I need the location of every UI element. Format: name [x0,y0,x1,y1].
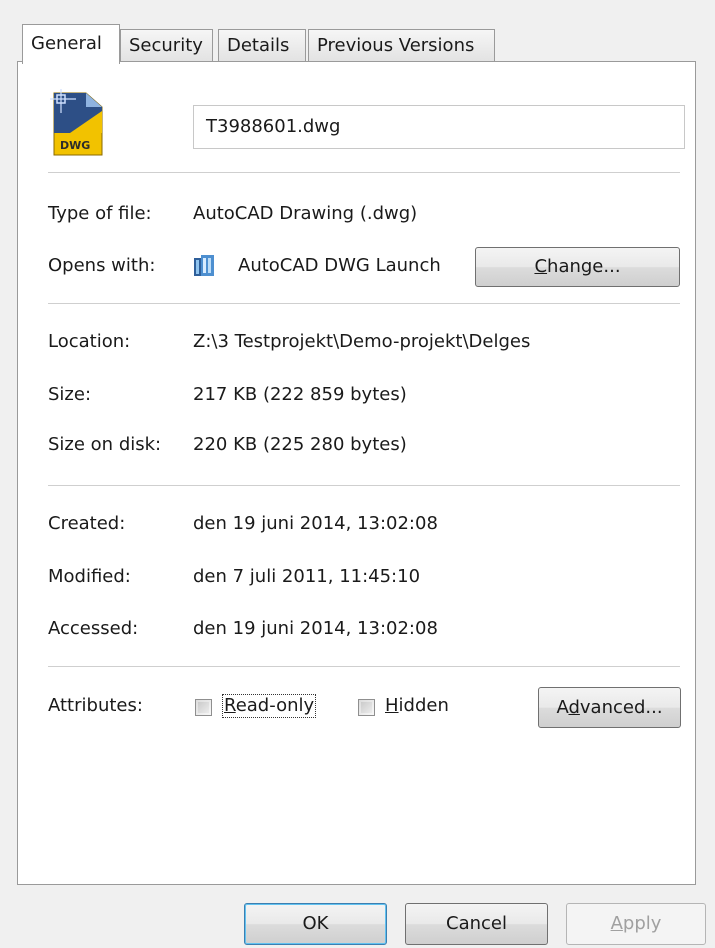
ok-button-label: OK [302,913,329,934]
advanced-button-accel: d [568,697,580,718]
ok-button[interactable]: OK [244,903,387,945]
tab-security[interactable]: Security [120,29,213,62]
accessed-label: Accessed: [48,618,139,639]
apply-button-label: pply [622,913,662,934]
change-button-label: hange... [547,256,621,277]
advanced-button[interactable]: Advanced... [538,687,681,728]
tab-general[interactable]: General [22,24,120,64]
autocad-launcher-icon [193,253,215,277]
read-only-text: ead-only [235,695,315,716]
apply-button-accel: A [610,913,623,934]
size-label: Size: [48,384,92,405]
tab-details-label: Details [227,35,290,56]
location-value: Z:\3 Testprojekt\Demo-projekt\Delges [193,331,531,352]
advanced-button-label: vanced... [579,697,663,718]
attributes-label: Attributes: [48,695,143,716]
file-name-input[interactable]: T3988601.dwg [193,105,685,149]
hidden-text: idden [398,695,449,716]
size-on-disk-value: 220 KB (225 280 bytes) [193,434,407,455]
size-on-disk-label: Size on disk: [48,434,162,455]
size-value: 217 KB (222 859 bytes) [193,384,407,405]
type-of-file-value: AutoCAD Drawing (.dwg) [193,203,418,224]
read-only-checkbox[interactable] [195,699,212,716]
file-name-text: T3988601.dwg [206,116,341,137]
apply-button[interactable]: Apply [566,903,706,945]
separator [48,485,680,486]
modified-label: Modified: [48,566,131,587]
dwg-file-icon: DWG [50,89,110,157]
hidden-label[interactable]: Hidden [385,695,449,717]
opens-with-value: AutoCAD DWG Launch [238,255,441,276]
tab-general-label: General [31,33,102,54]
dwg-icon-caption: DWG [60,139,90,152]
general-panel: DWG T3988601.dwg Type of file: AutoCAD D… [17,61,696,885]
location-label: Location: [48,331,131,352]
tab-previous-versions[interactable]: Previous Versions [308,29,495,62]
separator [48,303,680,304]
separator [48,666,680,667]
tab-details[interactable]: Details [218,29,306,62]
hidden-accel: H [385,695,399,716]
opens-with-label: Opens with: [48,255,156,276]
cancel-button-label: Cancel [446,913,507,934]
accessed-value: den 19 juni 2014, 13:02:08 [193,618,438,639]
cancel-button[interactable]: Cancel [405,903,548,945]
modified-value: den 7 juli 2011, 11:45:10 [193,566,421,587]
change-button[interactable]: Change... [475,247,680,287]
hidden-checkbox[interactable] [358,699,375,716]
created-label: Created: [48,513,126,534]
type-of-file-label: Type of file: [48,203,152,224]
separator [48,172,680,173]
created-value: den 19 juni 2014, 13:02:08 [193,513,438,534]
read-only-label[interactable]: Read-only [221,694,317,718]
tab-previous-versions-label: Previous Versions [317,35,475,56]
change-button-accel: C [534,256,548,277]
tab-security-label: Security [129,35,203,56]
read-only-accel: R [224,695,236,716]
advanced-button-pre: A [556,697,569,718]
